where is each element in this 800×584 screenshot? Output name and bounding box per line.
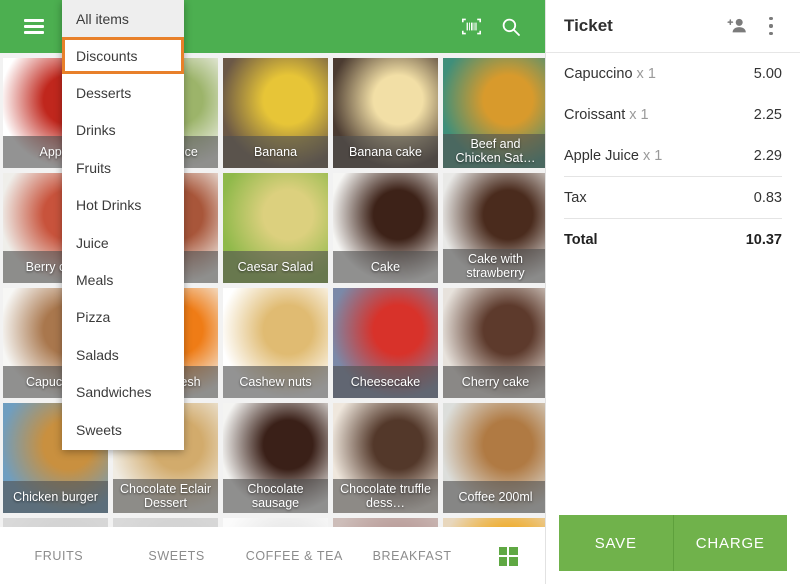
product-tile-label: Chocolate sausage [223,479,328,513]
ticket-item-amount: 2.25 [753,106,782,123]
product-tile-placeholder[interactable] [3,518,108,527]
dropdown-item-desserts[interactable]: Desserts [62,74,184,111]
product-photo [113,518,218,527]
product-tile-placeholder[interactable] [113,518,218,527]
product-tile-label: Cashew nuts [223,366,328,398]
product-tile-label: Cheesecake [333,366,438,398]
ticket-header: Ticket [546,0,800,53]
product-photo [223,518,328,527]
add-person-icon[interactable] [720,6,754,46]
product-tile[interactable]: Beef and Chicken Sat… [443,58,545,168]
product-tile-label: Cherry cake [443,366,545,398]
dropdown-item-sandwiches[interactable]: Sandwiches [62,374,184,411]
dropdown-header-all-items[interactable]: All items [62,0,184,37]
ticket-item-name: Apple Juice x 1 [564,148,754,164]
product-photo [443,518,545,527]
catalog-pane: AppleApple JuiceBananaBanana cakeBeef an… [0,0,545,584]
grid-view-icon[interactable] [471,546,545,566]
tab-sweets[interactable]: SWEETS [118,549,236,563]
product-tile[interactable]: Banana cake [333,58,438,168]
product-tile[interactable]: Banana [223,58,328,168]
ticket-line-item[interactable]: Capuccino x 1 5.00 [564,53,782,94]
product-tile[interactable]: Cashew nuts [223,288,328,398]
pos-app: AppleApple JuiceBananaBanana cakeBeef an… [0,0,800,584]
dropdown-item-meals[interactable]: Meals [62,261,184,298]
hamburger-menu-icon[interactable] [14,7,54,47]
category-dropdown-menu: All items Discounts Desserts Drinks Fruits H… [62,0,184,451]
product-tile-label: Cake with strawberry [443,249,545,283]
ticket-tax-row: Tax 0.83 [564,177,782,218]
ticket-line-item[interactable]: Apple Juice x 1 2.29 [564,135,782,176]
dropdown-item-fruits[interactable]: Fruits [62,149,184,186]
product-tile-label: Beef and Chicken Sat… [443,134,545,168]
product-tile-label: Coffee 200ml [443,481,545,513]
dropdown-item-hot-drinks[interactable]: Hot Drinks [62,187,184,224]
dropdown-item-list: Discounts Desserts Drinks Fruits Hot Drinks J… [62,37,184,448]
ticket-action-buttons: SAVE CHARGE [559,515,787,571]
ticket-tax-amount: 0.83 [753,189,782,206]
product-tile-label: Chicken burger [3,481,108,513]
ticket-title: Ticket [564,16,613,35]
ticket-item-amount: 2.29 [753,147,782,164]
dropdown-item-pizza[interactable]: Pizza [62,299,184,336]
product-tile-placeholder[interactable] [223,518,328,527]
ticket-item-name: Croissant x 1 [564,107,754,123]
barcode-scanner-icon[interactable] [451,7,491,47]
product-tile[interactable]: Coffee 200ml [443,403,545,513]
product-tile-placeholder[interactable] [443,518,545,527]
product-tile-placeholder[interactable] [333,518,438,527]
ticket-line-items: Capuccino x 1 5.00 Croissant x 1 2.25 Apple … [546,53,800,515]
product-tile[interactable]: Caesar Salad [223,173,328,283]
ticket-total-row: Total 10.37 [564,219,782,260]
tab-fruits[interactable]: FRUITS [0,549,118,563]
category-tab-bar: FRUITS SWEETS COFFEE & TEA BREAKFAST [0,527,545,584]
product-tile[interactable]: Cake [333,173,438,283]
product-tile[interactable]: Chocolate sausage [223,403,328,513]
product-tile[interactable]: Chocolate truffle dess… [333,403,438,513]
product-tile-label: Chocolate Eclair Dessert [113,479,218,513]
product-tile[interactable]: Cherry cake [443,288,545,398]
product-photo [333,518,438,527]
ticket-tax-label: Tax [564,189,587,206]
dropdown-item-salads[interactable]: Salads [62,336,184,373]
search-icon[interactable] [491,7,531,47]
ticket-item-title: Capuccino [564,65,633,82]
product-tile-label: Banana [223,136,328,168]
save-button[interactable]: SAVE [559,515,673,571]
ticket-item-title: Apple Juice [564,147,639,164]
ticket-item-quantity: x 1 [629,106,649,123]
ticket-total-amount: 10.37 [745,231,782,248]
dropdown-item-discounts[interactable]: Discounts [62,37,184,75]
ticket-item-title: Croissant [564,106,626,123]
ticket-line-item[interactable]: Croissant x 1 2.25 [564,94,782,135]
dropdown-item-sweets[interactable]: Sweets [62,411,184,448]
dropdown-item-juice[interactable]: Juice [62,224,184,261]
product-tile-label: Caesar Salad [223,251,328,283]
ticket-item-name: Capuccino x 1 [564,66,754,82]
ticket-total-label: Total [564,231,598,248]
charge-button[interactable]: CHARGE [672,515,787,571]
ticket-pane: Ticket Capuccino x 1 5.00 Croissant x 1 2.2… [545,0,800,584]
product-tile[interactable]: Cheesecake [333,288,438,398]
product-tile-label: Banana cake [333,136,438,168]
dropdown-item-drinks[interactable]: Drinks [62,112,184,149]
tab-breakfast[interactable]: BREAKFAST [353,549,471,563]
product-tile-label: Cake [333,251,438,283]
ticket-item-quantity: x 1 [643,147,663,164]
ticket-item-amount: 5.00 [753,65,782,82]
product-photo [3,518,108,527]
tab-coffee-tea[interactable]: COFFEE & TEA [236,549,354,563]
ticket-item-quantity: x 1 [636,65,656,82]
product-tile[interactable]: Cake with strawberry [443,173,545,283]
product-tile-label: Chocolate truffle dess… [333,479,438,513]
more-vertical-icon[interactable] [754,6,788,46]
